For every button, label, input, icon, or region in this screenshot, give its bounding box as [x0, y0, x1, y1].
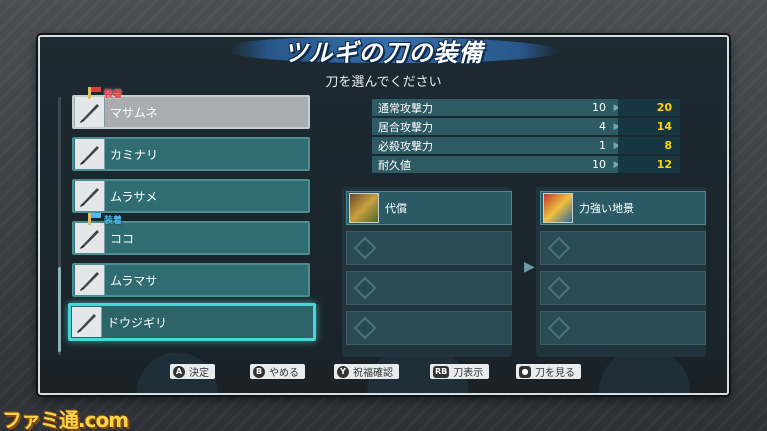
stat-current-value: 10 — [592, 101, 606, 114]
hint-label: やめる — [269, 368, 299, 379]
empty-slot-icon — [547, 276, 571, 300]
sword-name: カミナリ — [110, 147, 159, 162]
skill-slot-empty[interactable] — [346, 231, 512, 265]
skill-chikara-icon — [543, 193, 573, 223]
b-button-icon: B — [253, 365, 265, 378]
hint-label: 祝福確認 — [353, 368, 393, 379]
stat-label: 必殺攻撃力 — [378, 139, 433, 153]
stick-button-icon: ● — [519, 365, 531, 378]
hint-cancel[interactable]: B やめる — [250, 364, 305, 379]
sword-list-scroll-thumb[interactable] — [58, 267, 61, 352]
hint-view-sword[interactable]: ● 刀を見る — [516, 364, 581, 379]
stat-new-value: 14 — [656, 120, 672, 133]
stat-row-normal-attack: 通常攻撃力 10 ▶ 20 — [372, 99, 680, 116]
stat-label: 通常攻撃力 — [378, 101, 433, 115]
rb-button-icon: RB — [433, 365, 450, 378]
empty-slot-icon — [547, 316, 571, 340]
sword-item-masamune[interactable]: 装着 マサムネ — [72, 87, 310, 129]
skill-slot-empty[interactable] — [540, 311, 706, 345]
skill-slot-empty[interactable] — [346, 271, 512, 305]
sword-name: マサムネ — [110, 105, 158, 120]
hint-label: 決定 — [189, 368, 209, 379]
window-title: ツルギの刀の装備 — [283, 39, 484, 67]
sword-icon — [75, 139, 105, 169]
stat-new-value: 8 — [664, 139, 672, 152]
hint-show-sword[interactable]: RB 刀表示 — [430, 364, 490, 379]
new-skills-panel: 力強い地景 — [536, 187, 706, 357]
arrow-right-icon: ▶ — [524, 259, 535, 275]
sword-icon — [75, 223, 105, 253]
skill-slot[interactable]: 力強い地景 — [540, 191, 706, 225]
sword-name: ドウジギリ — [107, 315, 168, 330]
empty-slot-icon — [353, 316, 377, 340]
sword-icon — [75, 181, 105, 211]
current-skills-panel: 代償 — [342, 187, 512, 357]
window-subtitle: 刀を選んでください — [325, 75, 442, 90]
stat-current-value: 4 — [599, 120, 606, 133]
skill-slot-empty[interactable] — [346, 311, 512, 345]
sword-item-murasame[interactable]: ムラサメ — [72, 179, 310, 213]
y-button-icon: Y — [337, 365, 349, 378]
skill-daishou-icon — [349, 193, 379, 223]
empty-slot-icon — [547, 236, 571, 260]
skill-label: 力強い地景 — [579, 202, 634, 215]
sword-item-muramasa[interactable]: ムラマサ — [72, 263, 310, 297]
stat-row-iai-attack: 居合攻撃力 4 ▶ 14 — [372, 118, 680, 135]
hint-confirm[interactable]: A 決定 — [170, 364, 215, 379]
empty-slot-icon — [353, 236, 377, 260]
sword-icon — [75, 97, 105, 127]
skill-slot-empty[interactable] — [540, 271, 706, 305]
equipped-badge: 装着 — [104, 216, 123, 226]
equipped-flag-icon — [88, 213, 101, 225]
hint-label: 刀表示 — [453, 368, 484, 379]
empty-slot-icon — [353, 276, 377, 300]
stat-row-special-attack: 必殺攻撃力 1 ▶ 8 — [372, 137, 680, 154]
sword-icon — [72, 307, 102, 337]
sword-item-kaminari[interactable]: カミナリ — [72, 137, 310, 171]
skill-label: 代償 — [385, 202, 407, 215]
stat-new-value: 12 — [656, 158, 672, 171]
skill-slot-empty[interactable] — [540, 231, 706, 265]
a-button-icon: A — [173, 365, 185, 378]
stat-label: 居合攻撃力 — [378, 120, 433, 134]
sword-name: ムラマサ — [110, 273, 158, 288]
hint-blessing[interactable]: Y 祝福確認 — [334, 364, 399, 379]
sword-item-doujigiri[interactable]: ドウジギリ — [68, 303, 316, 341]
equip-window: ツルギの刀の装備 刀を選んでください 装着 マサムネ カミナリ ムラサメ 装着 … — [38, 35, 729, 395]
skill-slot[interactable]: 代償 — [346, 191, 512, 225]
sword-item-koko[interactable]: 装着 ココ — [72, 213, 310, 255]
stat-new-value: 20 — [656, 101, 672, 114]
stat-label: 耐久値 — [378, 158, 411, 172]
sword-name: ムラサメ — [110, 189, 158, 204]
equipped-badge: 装着 — [104, 90, 123, 100]
stat-current-value: 1 — [599, 139, 606, 152]
hint-label: 刀を見る — [535, 368, 575, 379]
equipped-flag-icon — [88, 87, 101, 99]
sword-name: ココ — [110, 231, 135, 246]
famitsu-watermark: ファミ通.com — [2, 408, 129, 431]
stat-current-value: 10 — [592, 158, 606, 171]
sword-icon — [75, 265, 105, 295]
stat-row-durability: 耐久値 10 ▶ 12 — [372, 156, 680, 173]
